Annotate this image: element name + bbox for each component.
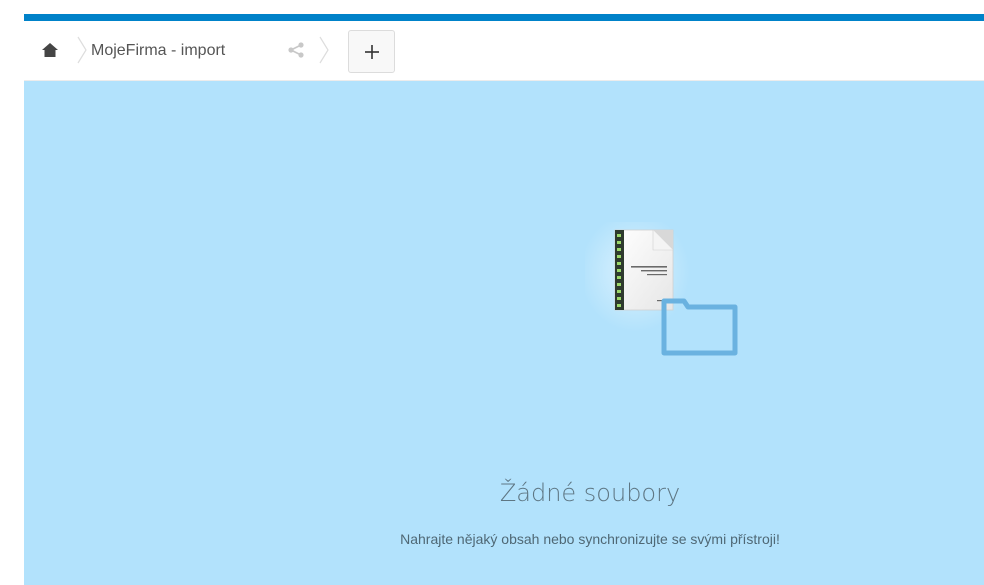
header-accent-bar [0,14,984,21]
home-icon [42,43,58,57]
chevron-right-icon [319,36,329,64]
breadcrumb-home[interactable] [36,36,64,64]
empty-content-area: Žádné soubory Nahrajte nějaký obsah nebo… [24,81,984,585]
chevron-right-icon [77,36,87,64]
plus-icon [364,44,379,59]
empty-state-title: Žádné soubory [499,479,681,507]
left-gutter [0,0,24,585]
empty-state-description: Nahrajte nějaký obsah nebo synchronizujt… [400,531,780,547]
share-button[interactable] [284,38,308,62]
breadcrumb: MojeFirma - import [24,21,984,81]
breadcrumb-folder[interactable]: MojeFirma - import [91,41,225,61]
folder-with-document-icon [585,222,738,356]
new-button[interactable] [348,30,395,73]
files-app: MojeFirma - import Žádné soubory Nahrajt… [0,0,984,585]
share-icon [288,42,304,58]
